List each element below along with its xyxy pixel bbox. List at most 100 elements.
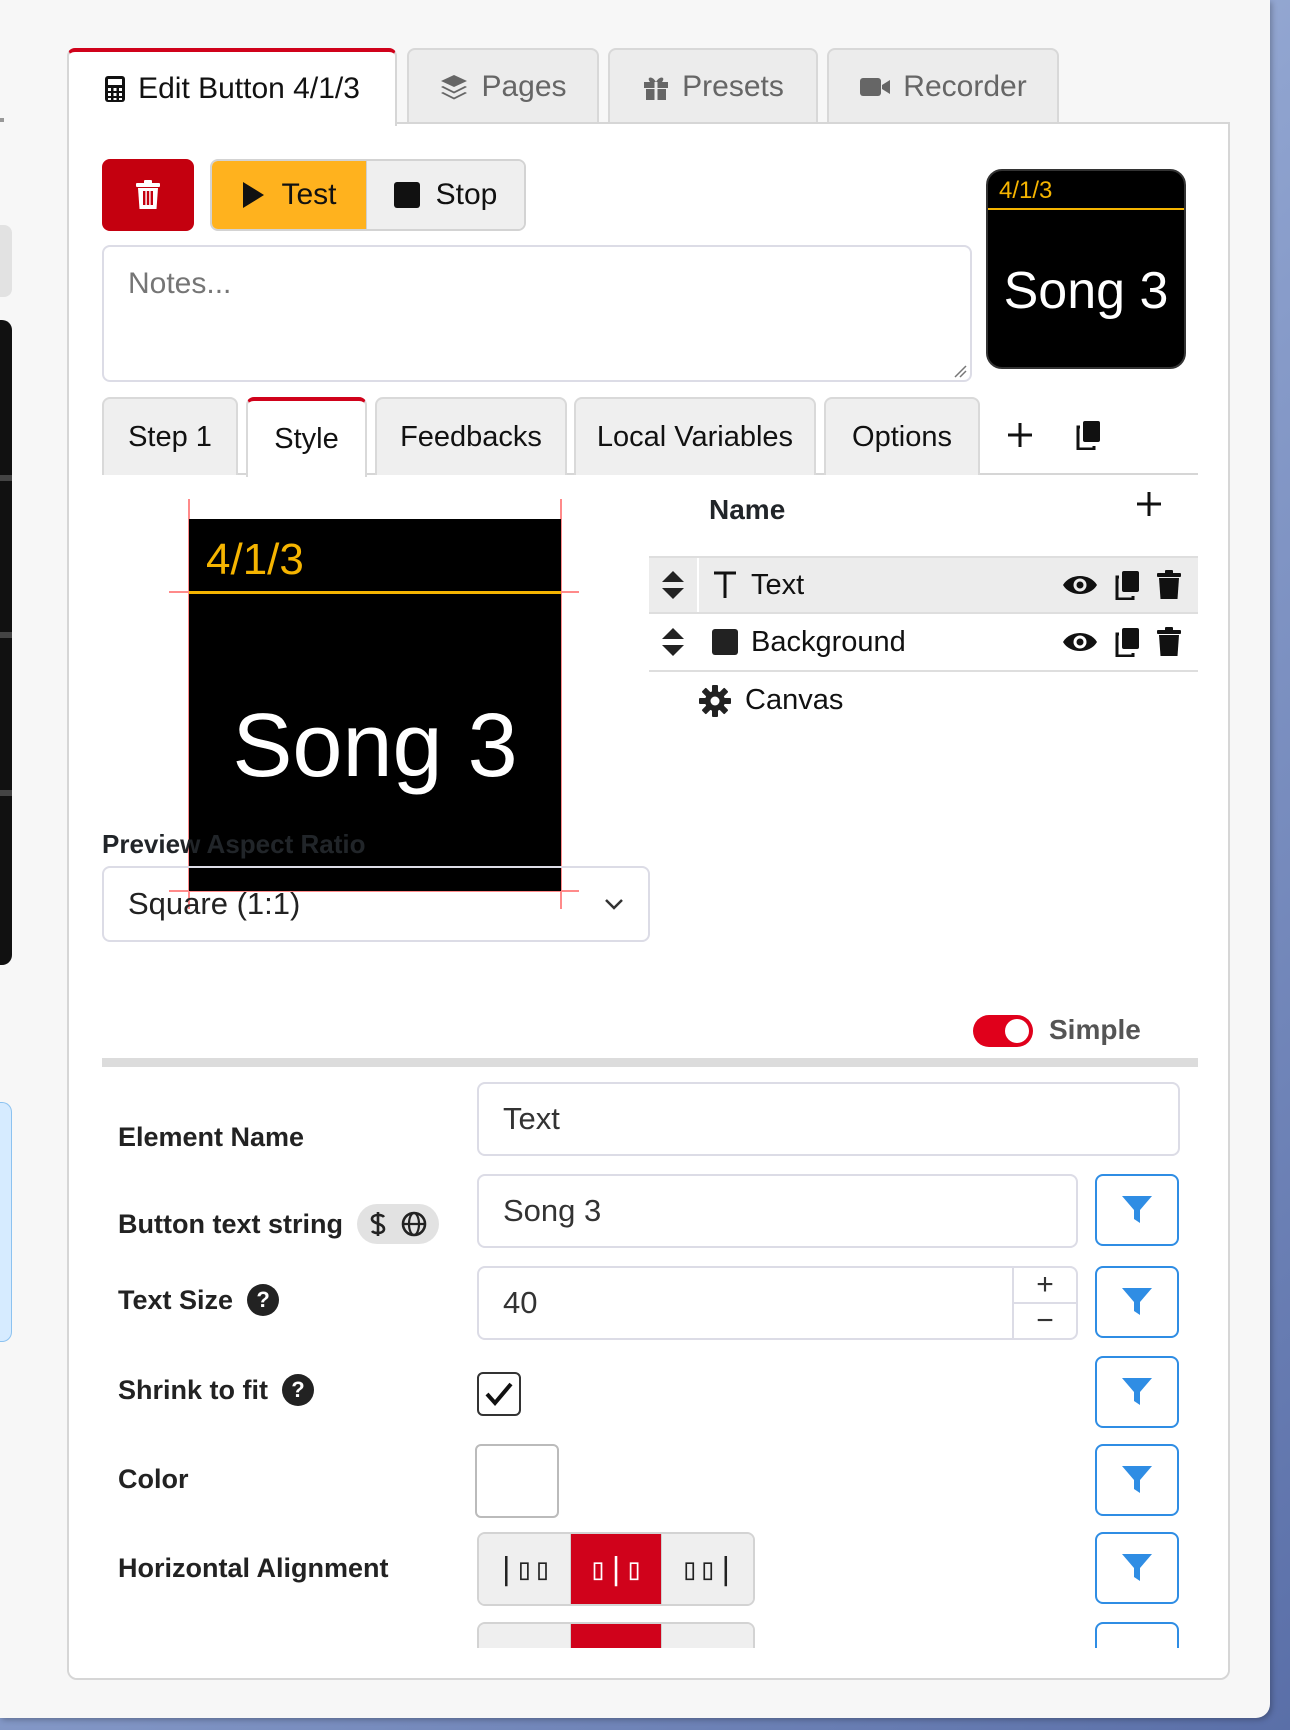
copy-icon <box>1076 421 1100 450</box>
tab-edit-button[interactable]: Edit Button 4/1/3 <box>67 48 397 126</box>
tab-style[interactable]: Style <box>246 397 367 477</box>
tab-feedbacks[interactable]: Feedbacks <box>375 397 567 475</box>
align-left-button[interactable]: |▯▯ <box>479 1534 570 1604</box>
decrement-icon[interactable]: − <box>1014 1302 1076 1338</box>
drag-handle-icon[interactable] <box>649 614 699 670</box>
add-element-button[interactable] <box>1129 484 1169 524</box>
filter-button[interactable] <box>1095 1532 1179 1604</box>
button-text-input[interactable]: Song 3 <box>477 1174 1078 1248</box>
section-divider <box>102 1058 1198 1067</box>
stop-button-label: Stop <box>435 178 498 211</box>
globe-icon <box>401 1211 427 1237</box>
color-swatch[interactable] <box>475 1444 559 1518</box>
simple-mode-toggle[interactable] <box>973 1015 1033 1047</box>
preview-text: Song 3 <box>232 696 518 796</box>
test-button-label: Test <box>281 178 337 211</box>
tab-recorder[interactable]: Recorder <box>827 48 1059 124</box>
copy-icon[interactable] <box>1114 570 1140 600</box>
align-center-button[interactable]: ▯|▯ <box>569 1534 662 1604</box>
element-row-text[interactable]: Text <box>649 556 1198 614</box>
video-camera-icon <box>860 78 891 96</box>
drag-handle-icon[interactable] <box>649 558 699 612</box>
text-size-stepper[interactable]: + − <box>1012 1268 1076 1338</box>
shrink-field-label: Shrink to fit ? <box>118 1374 314 1406</box>
duplicate-step-button[interactable] <box>1068 415 1108 455</box>
help-icon[interactable]: ? <box>247 1284 280 1316</box>
delete-button[interactable] <box>102 159 194 231</box>
tab-step-1[interactable]: Step 1 <box>102 397 238 475</box>
tab-local-variables[interactable]: Local Variables <box>574 397 816 475</box>
element-name-label: Background <box>751 625 906 658</box>
filter-button[interactable] <box>1095 1174 1179 1246</box>
trash-icon[interactable] <box>1156 570 1182 600</box>
aspect-ratio-select[interactable]: Square (1:1) <box>102 866 650 942</box>
tab-pages-label: Pages <box>481 70 567 103</box>
aspect-ratio-label: Preview Aspect Ratio <box>102 829 366 859</box>
increment-icon[interactable]: + <box>1014 1268 1076 1302</box>
filter-icon <box>1122 1196 1152 1223</box>
eye-icon[interactable] <box>1062 572 1098 598</box>
help-icon[interactable]: ? <box>282 1374 314 1406</box>
element-name-input[interactable]: Text <box>477 1082 1180 1156</box>
element-row-canvas[interactable]: Canvas <box>699 684 843 717</box>
button-text-field-label: Button text string <box>118 1204 439 1244</box>
eye-icon[interactable] <box>1062 629 1098 655</box>
stop-button[interactable]: Stop <box>366 161 524 229</box>
halign-field-label: Horizontal Alignment <box>118 1553 389 1584</box>
filter-icon <box>1122 1288 1152 1315</box>
element-name-label-text: Element Name <box>118 1122 305 1152</box>
tab-pages[interactable]: Pages <box>407 48 599 124</box>
filter-button[interactable] <box>1095 1356 1179 1428</box>
text-size-input[interactable]: 40 + − <box>477 1266 1078 1340</box>
stop-icon <box>393 182 420 208</box>
notes-textarea[interactable] <box>102 245 972 382</box>
mini-preview-text: Song 3 <box>1003 262 1169 320</box>
test-button[interactable]: Test <box>212 161 366 229</box>
halign-label-text: Horizontal Alignment <box>118 1553 389 1583</box>
shrink-label-text: Shrink to fit <box>118 1374 268 1405</box>
filter-button[interactable] <box>1095 1444 1179 1516</box>
layers-icon <box>441 75 468 100</box>
shrink-checkbox[interactable] <box>477 1372 521 1416</box>
add-step-button[interactable] <box>1000 415 1040 455</box>
aspect-ratio-value: Square (1:1) <box>128 886 301 921</box>
plus-icon <box>1008 423 1032 447</box>
calculator-icon <box>105 76 126 102</box>
button-text-value: Song 3 <box>503 1193 602 1228</box>
element-row-background[interactable]: Background <box>649 614 1198 672</box>
elements-header: Name <box>709 494 786 525</box>
scroll-clip <box>69 1648 1228 1678</box>
element-name-value: Text <box>503 1101 560 1136</box>
tab-options[interactable]: Options <box>824 397 980 475</box>
filter-icon <box>1122 1554 1152 1581</box>
text-size-label-text: Text Size <box>118 1284 234 1315</box>
trash-icon[interactable] <box>1156 627 1182 657</box>
filter-icon <box>1122 1378 1152 1405</box>
simple-mode-label: Simple <box>1049 1014 1141 1045</box>
resize-grip-icon[interactable] <box>953 364 967 378</box>
gear-icon <box>699 684 731 717</box>
preview-divider <box>189 591 561 594</box>
mini-preview-divider <box>988 208 1184 210</box>
color-field-label: Color <box>118 1464 189 1495</box>
tab-edit-button-label: Edit Button 4/1/3 <box>138 72 360 105</box>
halign-segmented-control: |▯▯ ▯|▯ ▯▯| <box>477 1532 755 1606</box>
tab-presets-label: Presets <box>682 70 784 103</box>
button-text-label-text: Button text string <box>118 1208 343 1239</box>
element-name-label: Text <box>751 568 805 601</box>
text-size-field-label: Text Size ? <box>118 1284 280 1316</box>
gift-icon <box>644 77 669 100</box>
filter-button[interactable] <box>1095 1266 1179 1338</box>
filter-icon <box>1122 1466 1152 1493</box>
chevron-down-icon <box>605 899 623 910</box>
style-sub-tabs: Step 1 Style Feedbacks Local Variables O… <box>102 397 1198 477</box>
copy-icon[interactable] <box>1114 627 1140 657</box>
expression-toggle[interactable] <box>356 1204 439 1244</box>
dollar-icon <box>370 1212 386 1236</box>
background-grid-edge <box>0 320 12 965</box>
align-right-button[interactable]: ▯▯| <box>661 1534 753 1604</box>
window-edge-mark <box>0 118 4 122</box>
background-info-edge <box>0 1102 12 1342</box>
edit-button-panel: Test Stop 4/1/3 Song 3 Step 1 Style Feed… <box>67 122 1230 1680</box>
tab-presets[interactable]: Presets <box>608 48 818 124</box>
